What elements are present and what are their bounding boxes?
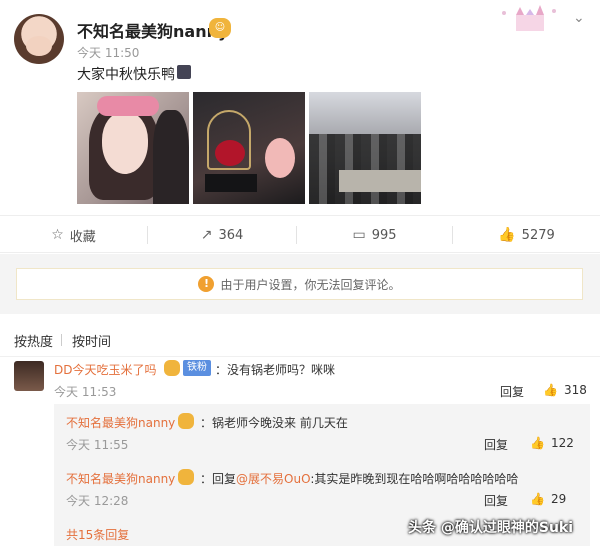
reply-like-button[interactable]: 👍 122: [530, 436, 574, 450]
mention-link[interactable]: @展不易OuO: [236, 472, 310, 486]
reply-item: 不知名最美狗nanny ：回复@展不易OuO:其实是昨晚到现在哈哈啊哈哈哈哈哈哈…: [54, 460, 590, 514]
user-avatar[interactable]: [14, 14, 64, 64]
reply-button[interactable]: 回复: [500, 383, 524, 400]
reply-body: :其实是昨晚到现在哈哈啊哈哈哈哈哈哈: [310, 472, 519, 486]
commenter-avatar[interactable]: [14, 361, 44, 391]
more-replies-link[interactable]: 共15条回复: [66, 526, 129, 543]
image-emoji-icon: [177, 65, 191, 79]
thumbs-up-icon: 👍: [543, 383, 558, 397]
comment-like-button[interactable]: 👍 318: [543, 383, 587, 397]
weibo-post: 不知名最美狗nanny ☺ 今天 11:50 大家中秋快乐鸭 ⌄: [0, 0, 600, 214]
member-badge-icon: ☺: [209, 18, 231, 38]
reply-time: 今天 12:28: [66, 494, 129, 508]
warning-icon: !: [198, 276, 215, 292]
reply-button[interactable]: 回复: [484, 436, 508, 453]
comment-sort-bar: 按热度 按时间: [0, 326, 600, 354]
reply-prefix: ：回复: [200, 472, 237, 486]
member-badge-icon: [178, 469, 194, 485]
comment-icon: ▭: [352, 227, 366, 243]
comment-time: 今天 11:53: [54, 385, 117, 399]
notice-text: 由于用户设置，你无法回复评论。: [220, 277, 401, 292]
member-badge-icon: [178, 413, 194, 429]
reply-like-count: 122: [550, 436, 574, 450]
repost-button[interactable]: ↗ 364: [148, 216, 296, 254]
thumbs-up-icon: 👍: [498, 227, 516, 243]
watermark: 头条 @确认过眼神的Suki: [408, 520, 574, 536]
comment-item: DD今天吃玉米了吗 铁粉 ：没有锅老师吗？咪咪 今天 11:53 回复 👍 318: [0, 356, 600, 404]
reply-item: 不知名最美狗nanny ：锅老师今晚没来 前几天在 今天 11:55 回复 👍 1…: [54, 404, 590, 458]
like-count: 5279: [521, 227, 555, 243]
castle-decoration-icon: [502, 5, 556, 31]
favorite-button[interactable]: ☆ 收藏: [0, 216, 147, 254]
reply-username[interactable]: 不知名最美狗nanny: [66, 414, 175, 431]
reply-disabled-notice: ! 由于用户设置，你无法回复评论。: [16, 268, 583, 300]
reply-time: 今天 11:55: [66, 438, 129, 452]
like-button[interactable]: 👍 5279: [453, 216, 600, 254]
chevron-down-icon[interactable]: ⌄: [573, 10, 585, 26]
reply-like-count: 29: [550, 492, 567, 506]
reply-button[interactable]: 回复: [484, 492, 508, 509]
post-text: 大家中秋快乐鸭: [77, 67, 175, 83]
commenter-username[interactable]: DD今天吃玉米了吗: [54, 361, 156, 378]
member-badge-icon: [164, 360, 180, 376]
thumbs-up-icon: 👍: [530, 436, 545, 450]
star-icon: ☆: [51, 227, 64, 243]
repost-count: 364: [218, 227, 244, 243]
post-photo[interactable]: [77, 92, 189, 204]
divider: [61, 334, 62, 346]
post-time: 今天 11:50: [77, 46, 140, 60]
reply-text: ：锅老师今晚没来 前几天在: [200, 416, 348, 430]
favorite-label: 收藏: [69, 229, 96, 245]
comment-count: 995: [371, 227, 397, 243]
reply-text: ：回复@展不易OuO:其实是昨晚到现在哈哈啊哈哈哈哈哈哈: [200, 470, 518, 487]
comment-like-count: 318: [563, 383, 587, 397]
repost-icon: ↗: [200, 227, 213, 243]
comment-button[interactable]: ▭ 995: [297, 216, 452, 254]
reply-like-button[interactable]: 👍 29: [530, 492, 566, 506]
sort-by-time[interactable]: 按时间: [72, 331, 111, 350]
post-photo[interactable]: [193, 92, 305, 204]
post-photo[interactable]: [309, 92, 421, 204]
fan-badge: 铁粉: [183, 360, 211, 376]
thumbs-up-icon: 👍: [530, 492, 545, 506]
comment-text: ：没有锅老师吗？咪咪: [215, 363, 336, 377]
photo-grid: [77, 92, 421, 204]
reply-username[interactable]: 不知名最美狗nanny: [66, 470, 175, 487]
sort-by-hot[interactable]: 按热度: [14, 331, 53, 350]
action-bar: ☆ 收藏 ↗ 364 ▭ 995 👍 5279: [0, 215, 600, 253]
post-username[interactable]: 不知名最美狗nanny: [77, 18, 228, 42]
